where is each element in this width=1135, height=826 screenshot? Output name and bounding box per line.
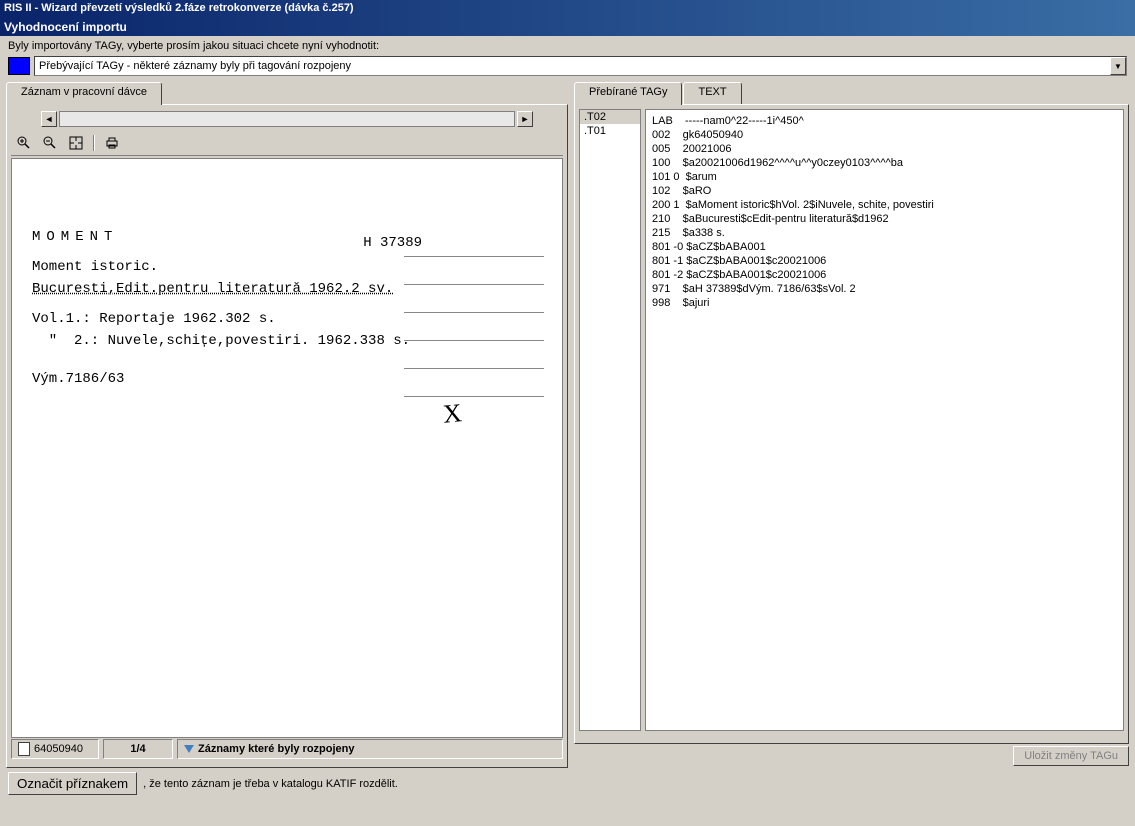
mark-flag-button[interactable]: Označit příznakem — [8, 772, 137, 795]
window-subtitle: Vyhodnocení importu — [0, 18, 1135, 36]
zoom-in-icon[interactable] — [13, 133, 35, 153]
tab-text[interactable]: TEXT — [683, 82, 741, 104]
record-text-area[interactable]: LAB -----nam0^22-----1i^450^ 002 gk64050… — [645, 109, 1124, 731]
scroll-right-button[interactable]: ► — [517, 111, 533, 127]
tag-list-item[interactable]: .T01 — [580, 124, 640, 138]
chevron-down-icon[interactable]: ▼ — [1110, 57, 1126, 75]
card-code: H 37389 — [363, 235, 422, 251]
card-title: MOMENT — [32, 229, 118, 245]
handwritten-x-mark: X — [442, 398, 463, 430]
tab-prebrane-tagy[interactable]: Přebírané TAGy — [574, 82, 682, 105]
status-filter-description: Záznamy které byly rozpojeny — [177, 739, 563, 759]
status-record-id: 64050940 — [11, 739, 99, 759]
situation-dropdown[interactable]: Přebývající TAGy - některé záznamy byly … — [34, 56, 1127, 76]
window-titlebar: RIS II - Wizard převzetí výsledků 2.fáze… — [0, 0, 1135, 18]
document-icon — [18, 742, 30, 756]
card-image-viewer[interactable]: MOMENTH 37389 Moment istoric. Bucuresti,… — [11, 158, 563, 738]
save-tag-changes-button[interactable]: Uložit změny TAGu — [1013, 746, 1129, 766]
tag-list[interactable]: .T02 .T01 — [579, 109, 641, 731]
status-page-counter: 1/4 — [103, 739, 173, 759]
card-ruled-lines — [404, 229, 544, 397]
horizontal-scrollbar[interactable] — [59, 111, 515, 127]
toolbar-separator — [93, 135, 95, 151]
tag-list-item[interactable]: .T02 — [580, 110, 640, 124]
dropdown-selected-text: Přebývající TAGy - některé záznamy byly … — [39, 60, 351, 72]
bottom-description-text: , že tento záznam je třeba v katalogu KA… — [143, 778, 398, 790]
tab-record-in-batch[interactable]: Záznam v pracovní dávce — [6, 82, 162, 105]
print-icon[interactable] — [101, 133, 123, 153]
fit-to-window-icon[interactable] — [65, 133, 87, 153]
funnel-icon — [184, 745, 194, 753]
situation-color-indicator — [8, 57, 30, 75]
scroll-left-button[interactable]: ◄ — [41, 111, 57, 127]
zoom-out-icon[interactable] — [39, 133, 61, 153]
instruction-text: Byly importovány TAGy, vyberte prosím ja… — [0, 36, 1135, 54]
